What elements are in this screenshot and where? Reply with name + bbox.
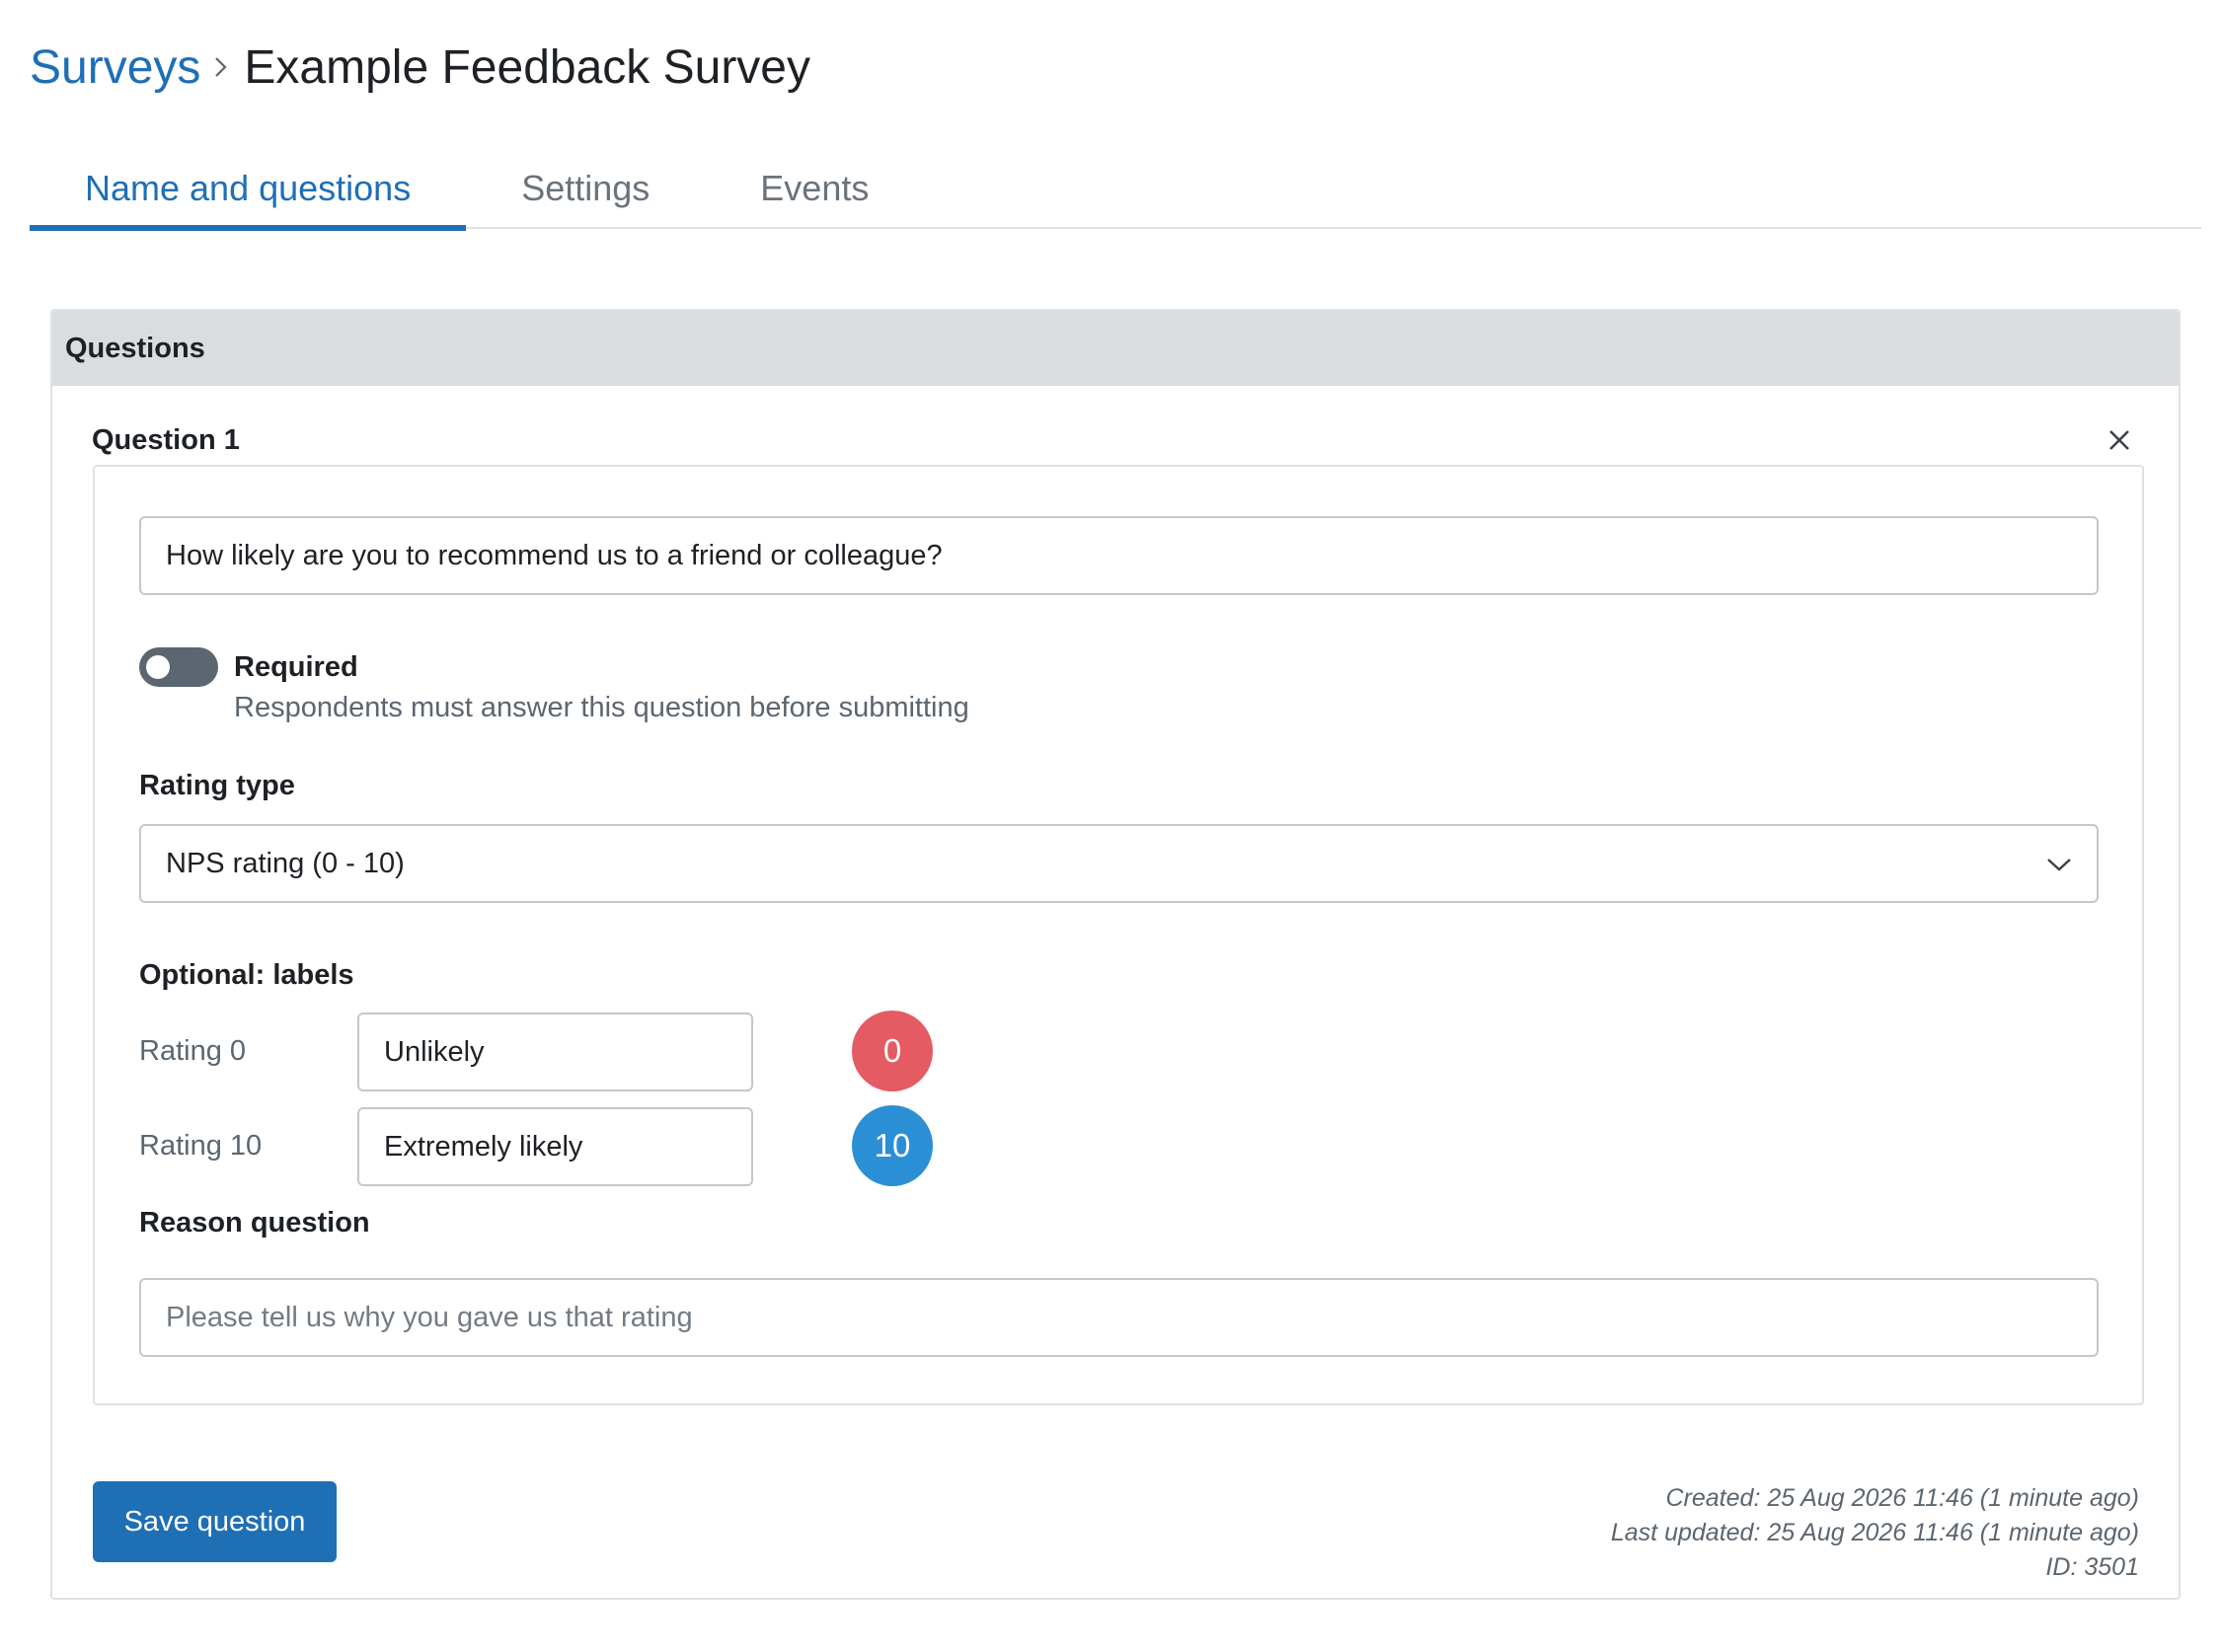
updated-timestamp: Last updated: 25 Aug 2026 11:46 (1 minut… — [1610, 1519, 2139, 1546]
breadcrumb: Surveys Example Feedback Survey — [30, 36, 810, 99]
question-editor: How likely are you to recommend us to a … — [93, 465, 2144, 1405]
tab-settings[interactable]: Settings — [466, 148, 705, 229]
tab-name-and-questions[interactable]: Name and questions — [30, 148, 467, 231]
question-metadata: Created: 25 Aug 2026 11:46 (1 minute ago… — [1611, 1481, 2139, 1585]
reason-question-label: Reason question — [139, 1207, 370, 1239]
rating-type-select[interactable]: NPS rating (0 - 10) — [139, 824, 2099, 903]
page-title: Example Feedback Survey — [244, 40, 810, 94]
chevron-down-icon — [2046, 848, 2072, 880]
save-question-button[interactable]: Save question — [93, 1481, 337, 1562]
created-timestamp: Created: 25 Aug 2026 11:46 (1 minute ago… — [1665, 1484, 2140, 1512]
breadcrumb-surveys-link[interactable]: Surveys — [30, 40, 200, 95]
questions-card: Questions Question 1 How likely are you … — [50, 309, 2181, 1600]
optional-labels-heading: Optional: labels — [139, 959, 354, 991]
rating-10-badge: 10 — [852, 1105, 933, 1186]
rating-type-label: Rating type — [139, 770, 295, 801]
close-icon[interactable] — [2100, 420, 2139, 460]
required-label: Required — [234, 651, 358, 683]
toggle-knob — [146, 655, 170, 679]
question-title: Question 1 — [92, 423, 240, 456]
rating-10-label: Rating 10 — [139, 1130, 263, 1162]
chevron-right-icon — [214, 56, 228, 78]
required-help-text: Respondents must answer this question be… — [234, 692, 969, 723]
rating-type-value: NPS rating (0 - 10) — [166, 847, 405, 879]
rating-0-label: Rating 0 — [139, 1035, 247, 1067]
rating-0-badge: 0 — [852, 1011, 933, 1091]
question-header: Question 1 — [92, 415, 2139, 465]
question-text-input[interactable]: How likely are you to recommend us to a … — [139, 516, 2099, 595]
tab-events[interactable]: Events — [705, 148, 924, 229]
reason-question-input[interactable]: Please tell us why you gave us that rati… — [139, 1278, 2099, 1357]
rating-0-input[interactable]: Unlikely — [357, 1013, 753, 1091]
tab-bar: Name and questions Settings Events — [30, 148, 2201, 231]
questions-card-header: Questions — [52, 311, 2179, 386]
rating-10-input[interactable]: Extremely likely — [357, 1107, 753, 1186]
required-toggle[interactable] — [139, 647, 218, 687]
question-id: ID: 3501 — [2045, 1553, 2139, 1581]
